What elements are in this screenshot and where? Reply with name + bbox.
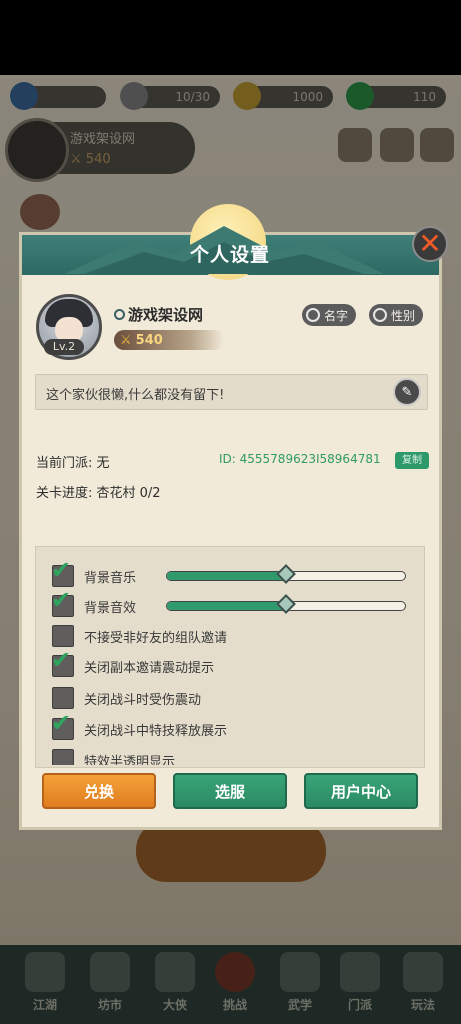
select-server-button[interactable]: 选服 <box>173 773 287 809</box>
setting-label: 关闭战斗中特技释放展示 <box>84 723 228 739</box>
power-bar: ⚔ 540 <box>114 330 224 350</box>
volume-slider[interactable] <box>166 564 406 584</box>
pen-icon <box>373 308 387 322</box>
setting-checkbox[interactable]: ✔ <box>51 558 74 587</box>
signature-text: 这个家伙很懒,什么都没有留下! <box>46 388 225 403</box>
rename-button[interactable]: 名字 <box>302 304 357 326</box>
check-icon: ✔ <box>51 646 72 674</box>
power-value: 540 <box>135 332 163 348</box>
gender-label: 性别 <box>391 308 416 323</box>
pen-icon <box>306 308 320 322</box>
setting-label: 不接受非好友的组队邀请 <box>84 630 228 646</box>
setting-checkbox[interactable]: ✔ <box>51 648 74 677</box>
profile-name-text: 游戏架设网 <box>128 306 204 324</box>
close-icon: ✕ <box>418 227 442 260</box>
check-icon: ✔ <box>51 556 72 584</box>
location-icon <box>114 309 125 320</box>
setting-row[interactable]: 不接受非好友的组队邀请 <box>52 623 227 649</box>
swords-icon: ⚔ <box>120 332 132 348</box>
setting-checkbox[interactable] <box>52 687 74 709</box>
setting-row[interactable]: ✔ 关闭战斗中特技释放展示 <box>51 711 228 742</box>
status-bar-area <box>0 0 461 75</box>
player-id: ID: 4555789623I58964781 <box>219 452 381 466</box>
setting-label: 背景音乐 <box>84 570 137 586</box>
check-icon: ✔ <box>51 709 72 737</box>
redeem-button[interactable]: 兑换 <box>42 773 156 809</box>
sect-info: 当前门派: 无 <box>36 456 110 471</box>
setting-checkbox[interactable]: ✔ <box>51 588 74 617</box>
slider-fill <box>167 602 286 610</box>
brush-icon: ✎ <box>401 384 413 400</box>
rename-label: 名字 <box>324 308 349 323</box>
setting-label: 关闭副本邀请震动提示 <box>84 660 215 676</box>
setting-checkbox[interactable]: ✔ <box>51 711 74 740</box>
setting-label: 关闭战斗时受伤震动 <box>84 692 202 708</box>
dialog-title: 个人设置 <box>189 244 270 266</box>
gender-button[interactable]: 性别 <box>369 304 424 326</box>
profile-name: 游戏架设网 <box>114 304 203 325</box>
setting-checkbox[interactable] <box>52 625 74 647</box>
check-icon: ✔ <box>51 586 72 614</box>
setting-row[interactable]: ✔ 关闭副本邀请震动提示 <box>51 648 215 679</box>
close-button[interactable]: ✕ <box>412 226 448 262</box>
setting-row[interactable]: ✔ 背景音效 <box>51 588 137 619</box>
slider-fill <box>167 572 286 580</box>
game-screen: 10/30 1000 110 游戏架设网 ⚔ 540 江湖 坊市 大侠 挑战 武… <box>0 0 461 1024</box>
edit-signature-button[interactable]: ✎ <box>393 378 421 406</box>
volume-slider[interactable] <box>166 594 406 614</box>
stage-progress: 关卡进度: 杏花村 0/2 <box>36 486 161 501</box>
setting-label: 背景音效 <box>84 600 137 616</box>
setting-row[interactable]: 关闭战斗时受伤震动 <box>52 685 201 711</box>
user-center-button[interactable]: 用户中心 <box>304 773 418 809</box>
level-badge: Lv.2 <box>44 339 84 355</box>
copy-id-button[interactable]: 复制 <box>395 452 429 469</box>
